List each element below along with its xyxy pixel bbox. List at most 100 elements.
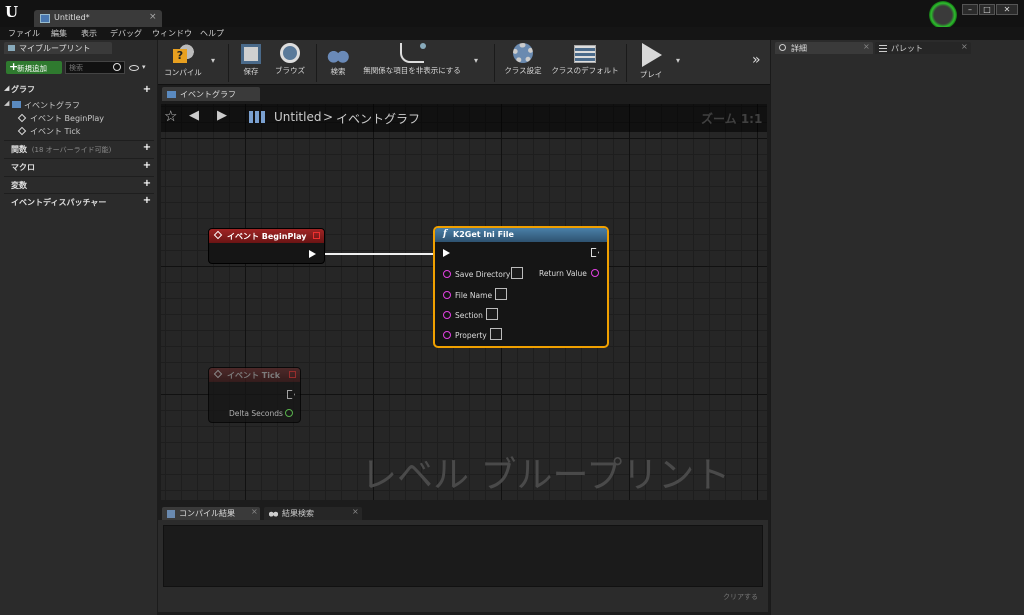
delta-seconds-pin[interactable] <box>285 409 293 417</box>
toolbar-divider <box>316 44 317 82</box>
exec-in-pin[interactable] <box>443 249 450 257</box>
visibility-dropdown-icon[interactable]: ▾ <box>142 63 146 71</box>
property-pin[interactable] <box>443 331 451 339</box>
file-name-checkbox[interactable] <box>495 288 507 300</box>
class-settings-button[interactable]: クラス設定 <box>500 43 546 83</box>
play-button[interactable]: プレイ <box>634 43 668 83</box>
find-results-tab[interactable]: 結果検索 × <box>264 507 362 520</box>
save-directory-checkbox[interactable] <box>511 267 523 279</box>
menu-edit[interactable]: 編集 <box>51 28 67 39</box>
breadcrumb-current: イベントグラフ <box>336 112 421 126</box>
toolbar-divider <box>228 44 229 82</box>
tree-item-event-beginplay[interactable]: イベント BeginPlay <box>17 112 154 124</box>
menu-view[interactable]: 表示 <box>81 28 97 39</box>
node-k2get-ini-file[interactable]: f K2Get Ini File Save Directory File Nam… <box>433 226 609 348</box>
add-new-button[interactable]: + 新規追加 <box>6 60 62 74</box>
event-diamond-icon <box>213 369 223 379</box>
dispatchers-section-header[interactable]: イベントディスパッチャー + <box>4 193 154 208</box>
title-bar: U Untitled* × – □ ✕ <box>0 0 1024 29</box>
menu-debug[interactable]: デバッグ <box>110 28 142 39</box>
hide-unrelated-button[interactable]: 無関係な項目を非表示にする <box>356 43 468 83</box>
compile-button[interactable]: ? コンパイル <box>161 43 205 83</box>
tree-item-event-tick[interactable]: イベント Tick <box>17 125 154 137</box>
return-value-pin[interactable] <box>591 269 599 277</box>
find-button[interactable]: 検索 <box>323 43 353 83</box>
browse-button[interactable]: ブラウズ <box>270 43 310 83</box>
palette-tab[interactable]: パレット × <box>875 42 971 54</box>
add-variable-plus-icon[interactable]: + <box>142 179 152 189</box>
functions-section-header[interactable]: 関数 (18 オーバーライド可能) + <box>4 140 154 155</box>
compile-results-close-icon[interactable]: × <box>251 507 258 516</box>
find-results-close-icon[interactable]: × <box>352 507 359 516</box>
back-arrow-icon[interactable]: ◀ <box>189 108 199 123</box>
visibility-eye-icon[interactable] <box>129 65 139 71</box>
hide-unrelated-dropdown-icon[interactable]: ▾ <box>474 56 478 65</box>
graph-section-header[interactable]: ◢ グラフ + <box>4 83 154 97</box>
my-blueprint-tab-label: マイブループリント <box>19 44 91 53</box>
document-tab[interactable]: Untitled* × <box>34 10 162 27</box>
details-tab-close-icon[interactable]: × <box>863 42 870 51</box>
collapse-arrow-icon: ◢ <box>4 84 10 92</box>
exec-out-pin[interactable] <box>591 248 599 257</box>
section-checkbox[interactable] <box>486 308 498 320</box>
maximize-button[interactable]: □ <box>979 4 995 15</box>
play-dropdown-icon[interactable]: ▾ <box>676 56 680 65</box>
property-label: Property <box>455 331 487 340</box>
exec-out-pin[interactable] <box>309 250 316 258</box>
toolbar-overflow-button[interactable]: » <box>752 52 761 68</box>
exec-out-pin[interactable] <box>287 390 295 399</box>
breadcrumb-separator: > <box>323 110 334 124</box>
macros-section-header[interactable]: マクロ + <box>4 158 154 173</box>
compile-results-panel: クリアする <box>158 520 768 612</box>
palette-tab-close-icon[interactable]: × <box>961 42 968 51</box>
hide-unrelated-nodes-icon <box>400 43 426 63</box>
document-tab-label: Untitled* <box>54 13 90 22</box>
variables-section-header[interactable]: 変数 + <box>4 176 154 191</box>
menu-help[interactable]: ヘルプ <box>200 28 224 39</box>
class-settings-gear-icon <box>513 43 533 63</box>
add-new-label: 新規追加 <box>17 64 47 73</box>
my-blueprint-panel: マイブループリント + 新規追加 ▾ ◢ グラフ + ◢ イベントグラフ イベン… <box>0 40 157 615</box>
tree-item-event-graph[interactable]: ◢ イベントグラフ <box>4 99 154 111</box>
blueprint-doc-icon <box>40 14 50 23</box>
event-diamond-icon <box>17 126 27 136</box>
event-graph-tab[interactable]: イベントグラフ <box>162 87 260 101</box>
close-window-button[interactable]: ✕ <box>996 4 1018 15</box>
class-defaults-button[interactable]: クラスのデフォルト <box>550 43 620 83</box>
save-button[interactable]: 保存 <box>236 43 266 83</box>
add-function-plus-icon[interactable]: + <box>142 143 152 153</box>
compile-results-tab[interactable]: コンパイル結果 × <box>162 507 260 520</box>
unreal-logo-icon[interactable]: U <box>5 3 23 21</box>
class-settings-label: クラス設定 <box>504 66 542 75</box>
property-checkbox[interactable] <box>490 328 502 340</box>
event-graph-tab-icon <box>167 91 176 98</box>
add-dispatcher-plus-icon[interactable]: + <box>142 196 152 206</box>
compile-dropdown-icon[interactable]: ▾ <box>211 56 215 65</box>
graph-canvas[interactable]: ☆ ◀ ▶ Untitled > イベントグラフ ズーム 1:1 レベル ブルー… <box>161 104 767 500</box>
minimize-button[interactable]: – <box>962 4 978 15</box>
delegate-pin-icon[interactable] <box>313 232 320 239</box>
my-blueprint-tab[interactable]: マイブループリント <box>4 42 112 54</box>
section-pin[interactable] <box>443 311 451 319</box>
details-tab[interactable]: 詳細 × <box>775 42 873 54</box>
document-tab-close-icon[interactable]: × <box>149 12 157 22</box>
menu-file[interactable]: ファイル <box>8 28 40 39</box>
menu-window[interactable]: ウィンドウ <box>152 28 192 39</box>
add-macro-plus-icon[interactable]: + <box>142 161 152 171</box>
search-icon[interactable] <box>113 63 121 71</box>
level-blueprint-watermark: レベル ブループリント <box>361 455 731 496</box>
forward-arrow-icon[interactable]: ▶ <box>217 108 227 123</box>
bookmark-star-icon[interactable]: ☆ <box>164 107 177 125</box>
node-event-tick[interactable]: イベント Tick Delta Seconds <box>208 367 301 423</box>
delegate-pin-icon[interactable] <box>289 371 296 378</box>
add-graph-plus-icon[interactable]: + <box>142 85 152 95</box>
breadcrumb-root[interactable]: Untitled <box>274 110 321 124</box>
event-graph-label: イベントグラフ <box>24 101 80 110</box>
node-event-beginplay[interactable]: イベント BeginPlay <box>208 228 325 264</box>
notification-icon[interactable] <box>929 1 957 29</box>
save-directory-pin[interactable] <box>443 270 451 278</box>
clear-button[interactable]: クリアする <box>723 592 758 602</box>
file-name-pin[interactable] <box>443 291 451 299</box>
file-name-label: File Name <box>455 291 493 300</box>
play-triangle-icon <box>642 43 662 67</box>
